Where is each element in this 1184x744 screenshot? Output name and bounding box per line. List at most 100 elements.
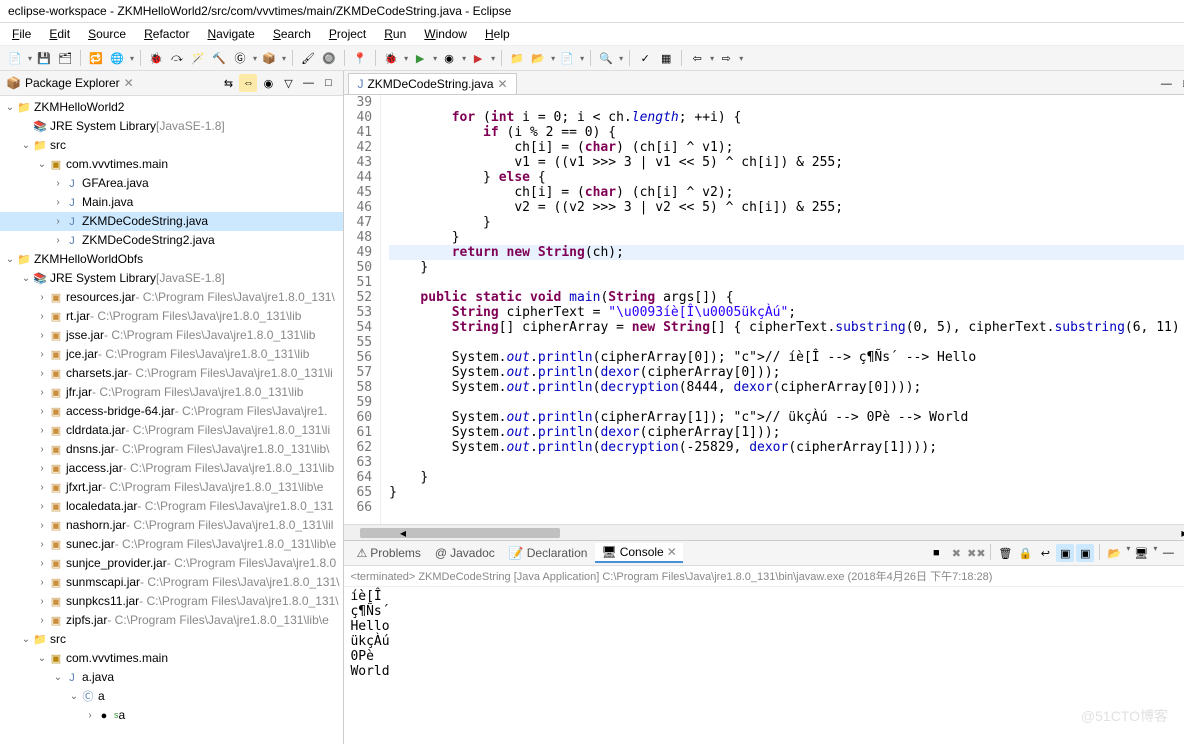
tree-item[interactable]: ›JGFArea.java bbox=[0, 174, 343, 193]
editor-hscroll[interactable]: ◂ ▸ bbox=[344, 524, 1184, 540]
menu-window[interactable]: Window bbox=[416, 25, 475, 43]
save-icon[interactable]: 💾 bbox=[35, 49, 53, 67]
save-all-icon[interactable]: 🗂 bbox=[56, 49, 74, 67]
ext-tools-icon[interactable]: ▶ bbox=[469, 49, 487, 67]
tree-item[interactable]: ›▣zipfs.jar - C:\Program Files\Java\jre1… bbox=[0, 611, 343, 630]
tree-item[interactable]: ›▣nashorn.jar - C:\Program Files\Java\jr… bbox=[0, 516, 343, 535]
collapse-icon[interactable]: ⇆ bbox=[219, 74, 237, 92]
stop-icon[interactable]: ■ bbox=[927, 544, 945, 562]
new-class-icon[interactable]: 📄 bbox=[558, 49, 576, 67]
new-pkg-icon[interactable]: 📁 bbox=[508, 49, 526, 67]
switch-icon[interactable]: 🔁 bbox=[87, 49, 105, 67]
scroll-lock-icon[interactable]: 🔒 bbox=[1016, 544, 1034, 562]
tree-item[interactable]: ›JZKMDeCodeString.java bbox=[0, 212, 343, 231]
toggle-icon[interactable]: 🔘 bbox=[320, 49, 338, 67]
tree-item[interactable]: ›▣sunmscapi.jar - C:\Program Files\Java\… bbox=[0, 573, 343, 592]
editor-tab[interactable]: J ZKMDeCodeString.java ✕ bbox=[348, 73, 516, 94]
tree-item[interactable]: ⌄▣com.vvvtimes.main bbox=[0, 649, 343, 668]
tree-item[interactable]: ⌄📁src bbox=[0, 630, 343, 649]
pin2-icon[interactable]: ▣ bbox=[1076, 544, 1094, 562]
tree-item[interactable]: ›▣cldrdata.jar - C:\Program Files\Java\j… bbox=[0, 421, 343, 440]
console-tab-declaration[interactable]: 📝 Declaration bbox=[503, 543, 594, 563]
new-folder-icon[interactable]: 📂 bbox=[529, 49, 547, 67]
tree-item[interactable]: ›▣access-bridge-64.jar - C:\Program File… bbox=[0, 402, 343, 421]
menu-run[interactable]: Run bbox=[376, 25, 414, 43]
console-panel: ⚠ Problems@ Javadoc📝 Declaration🖥 Consol… bbox=[344, 540, 1184, 744]
menu-navigate[interactable]: Navigate bbox=[199, 25, 262, 43]
editor-max-icon[interactable]: □ bbox=[1177, 75, 1184, 93]
tree-item[interactable]: ⌄Ⓒa bbox=[0, 687, 343, 706]
min-icon[interactable]: — bbox=[299, 74, 317, 92]
back-icon[interactable]: ⇦ bbox=[688, 49, 706, 67]
pin-icon[interactable]: 📍 bbox=[351, 49, 369, 67]
tree-item[interactable]: ›▣sunpkcs11.jar - C:\Program Files\Java\… bbox=[0, 592, 343, 611]
tree-item[interactable]: ›▣resources.jar - C:\Program Files\Java\… bbox=[0, 288, 343, 307]
search-icon[interactable]: 🔍 bbox=[597, 49, 615, 67]
show-icon[interactable]: ▣ bbox=[1056, 544, 1074, 562]
wand-icon[interactable]: 🪄 bbox=[189, 49, 207, 67]
remove-icon[interactable]: ✖ bbox=[947, 544, 965, 562]
menu-file[interactable]: File bbox=[4, 25, 39, 43]
tree-item[interactable]: ⌄▣com.vvvtimes.main bbox=[0, 155, 343, 174]
bug-icon[interactable]: 🐞 bbox=[382, 49, 400, 67]
open-con-icon[interactable]: 📂 bbox=[1105, 544, 1123, 562]
display-icon[interactable]: 🖥 bbox=[1132, 544, 1150, 562]
removeall-icon[interactable]: ✖✖ bbox=[967, 544, 985, 562]
clear-icon[interactable]: 🗑 bbox=[996, 544, 1014, 562]
console-output[interactable]: íè[Î ç¶Ñs´ Hello ükçÀú 0Pè World bbox=[344, 587, 1184, 744]
tree-item[interactable]: ›▣rt.jar - C:\Program Files\Java\jre1.8.… bbox=[0, 307, 343, 326]
globe-icon[interactable]: 🌐 bbox=[108, 49, 126, 67]
con-min-icon[interactable]: — bbox=[1159, 544, 1177, 562]
project-root[interactable]: ⌄📁ZKMHelloWorldObfs bbox=[0, 250, 343, 269]
menu-refactor[interactable]: Refactor bbox=[136, 25, 197, 43]
run-icon[interactable]: ▶ bbox=[411, 49, 429, 67]
tree-item[interactable]: ›▣dnsns.jar - C:\Program Files\Java\jre1… bbox=[0, 440, 343, 459]
console-tab-console[interactable]: 🖥 Console ✕ bbox=[595, 543, 682, 563]
menu-edit[interactable]: Edit bbox=[41, 25, 78, 43]
tree-item[interactable]: ›▣jce.jar - C:\Program Files\Java\jre1.8… bbox=[0, 345, 343, 364]
tree-item[interactable]: ›▣charsets.jar - C:\Program Files\Java\j… bbox=[0, 364, 343, 383]
task-icon[interactable]: ✓ bbox=[636, 49, 654, 67]
menu-source[interactable]: Source bbox=[80, 25, 134, 43]
editor-min-icon[interactable]: — bbox=[1157, 75, 1175, 93]
tree-item[interactable]: ›●s a bbox=[0, 706, 343, 725]
tree-item[interactable]: ›▣sunjce_provider.jar - C:\Program Files… bbox=[0, 554, 343, 573]
new-icon[interactable]: 📄 bbox=[6, 49, 24, 67]
coverage-icon[interactable]: ◉ bbox=[440, 49, 458, 67]
tree-item[interactable]: ⌄📚JRE System Library [JavaSE-1.8] bbox=[0, 269, 343, 288]
link-icon[interactable]: ⇔ bbox=[239, 74, 257, 92]
focus-icon[interactable]: ◉ bbox=[259, 74, 277, 92]
menu-help[interactable]: Help bbox=[477, 25, 518, 43]
tree-item[interactable]: ›▣jaccess.jar - C:\Program Files\Java\jr… bbox=[0, 459, 343, 478]
project-root[interactable]: ⌄📁ZKMHelloWorld2 bbox=[0, 98, 343, 117]
project-tree[interactable]: ⌄📁ZKMHelloWorld2 📚JRE System Library [Ja… bbox=[0, 96, 343, 744]
tree-item[interactable]: ⌄Ja.java bbox=[0, 668, 343, 687]
code-editor[interactable]: 3940414243444546474849505152535455565758… bbox=[344, 95, 1184, 524]
tree-item[interactable]: ›▣jsse.jar - C:\Program Files\Java\jre1.… bbox=[0, 326, 343, 345]
tree-item[interactable]: 📚JRE System Library [JavaSE-1.8] bbox=[0, 117, 343, 136]
con-max-icon[interactable]: □ bbox=[1179, 544, 1184, 562]
tree-item[interactable]: ›JZKMDeCodeString2.java bbox=[0, 231, 343, 250]
menu-search[interactable]: Search bbox=[265, 25, 319, 43]
class-icon[interactable]: Ⓖ bbox=[231, 49, 249, 67]
expand-icon[interactable]: ▦ bbox=[657, 49, 675, 67]
max-icon[interactable]: □ bbox=[319, 74, 337, 92]
tree-item[interactable]: ⌄📁src bbox=[0, 136, 343, 155]
console-tab-javadoc[interactable]: @ Javadoc bbox=[429, 543, 501, 563]
fwd-icon[interactable]: ⇨ bbox=[717, 49, 735, 67]
close-icon[interactable]: ✕ bbox=[498, 77, 508, 91]
tree-item[interactable]: ›▣localedata.jar - C:\Program Files\Java… bbox=[0, 497, 343, 516]
pkg-icon[interactable]: 📦 bbox=[260, 49, 278, 67]
brush-icon[interactable]: 🖌 bbox=[299, 49, 317, 67]
menu-icon[interactable]: ▽ bbox=[279, 74, 297, 92]
tree-item[interactable]: ›▣sunec.jar - C:\Program Files\Java\jre1… bbox=[0, 535, 343, 554]
tree-item[interactable]: ›JMain.java bbox=[0, 193, 343, 212]
tree-item[interactable]: ›▣jfr.jar - C:\Program Files\Java\jre1.8… bbox=[0, 383, 343, 402]
tree-item[interactable]: ›▣jfxrt.jar - C:\Program Files\Java\jre1… bbox=[0, 478, 343, 497]
wrap-icon[interactable]: ↩ bbox=[1036, 544, 1054, 562]
menu-project[interactable]: Project bbox=[321, 25, 374, 43]
build-icon[interactable]: 🔨 bbox=[210, 49, 228, 67]
skip-icon[interactable]: ⤼ bbox=[168, 49, 186, 67]
debug-cfg-icon[interactable]: 🐞 bbox=[147, 49, 165, 67]
console-tab-problems[interactable]: ⚠ Problems bbox=[350, 543, 426, 563]
